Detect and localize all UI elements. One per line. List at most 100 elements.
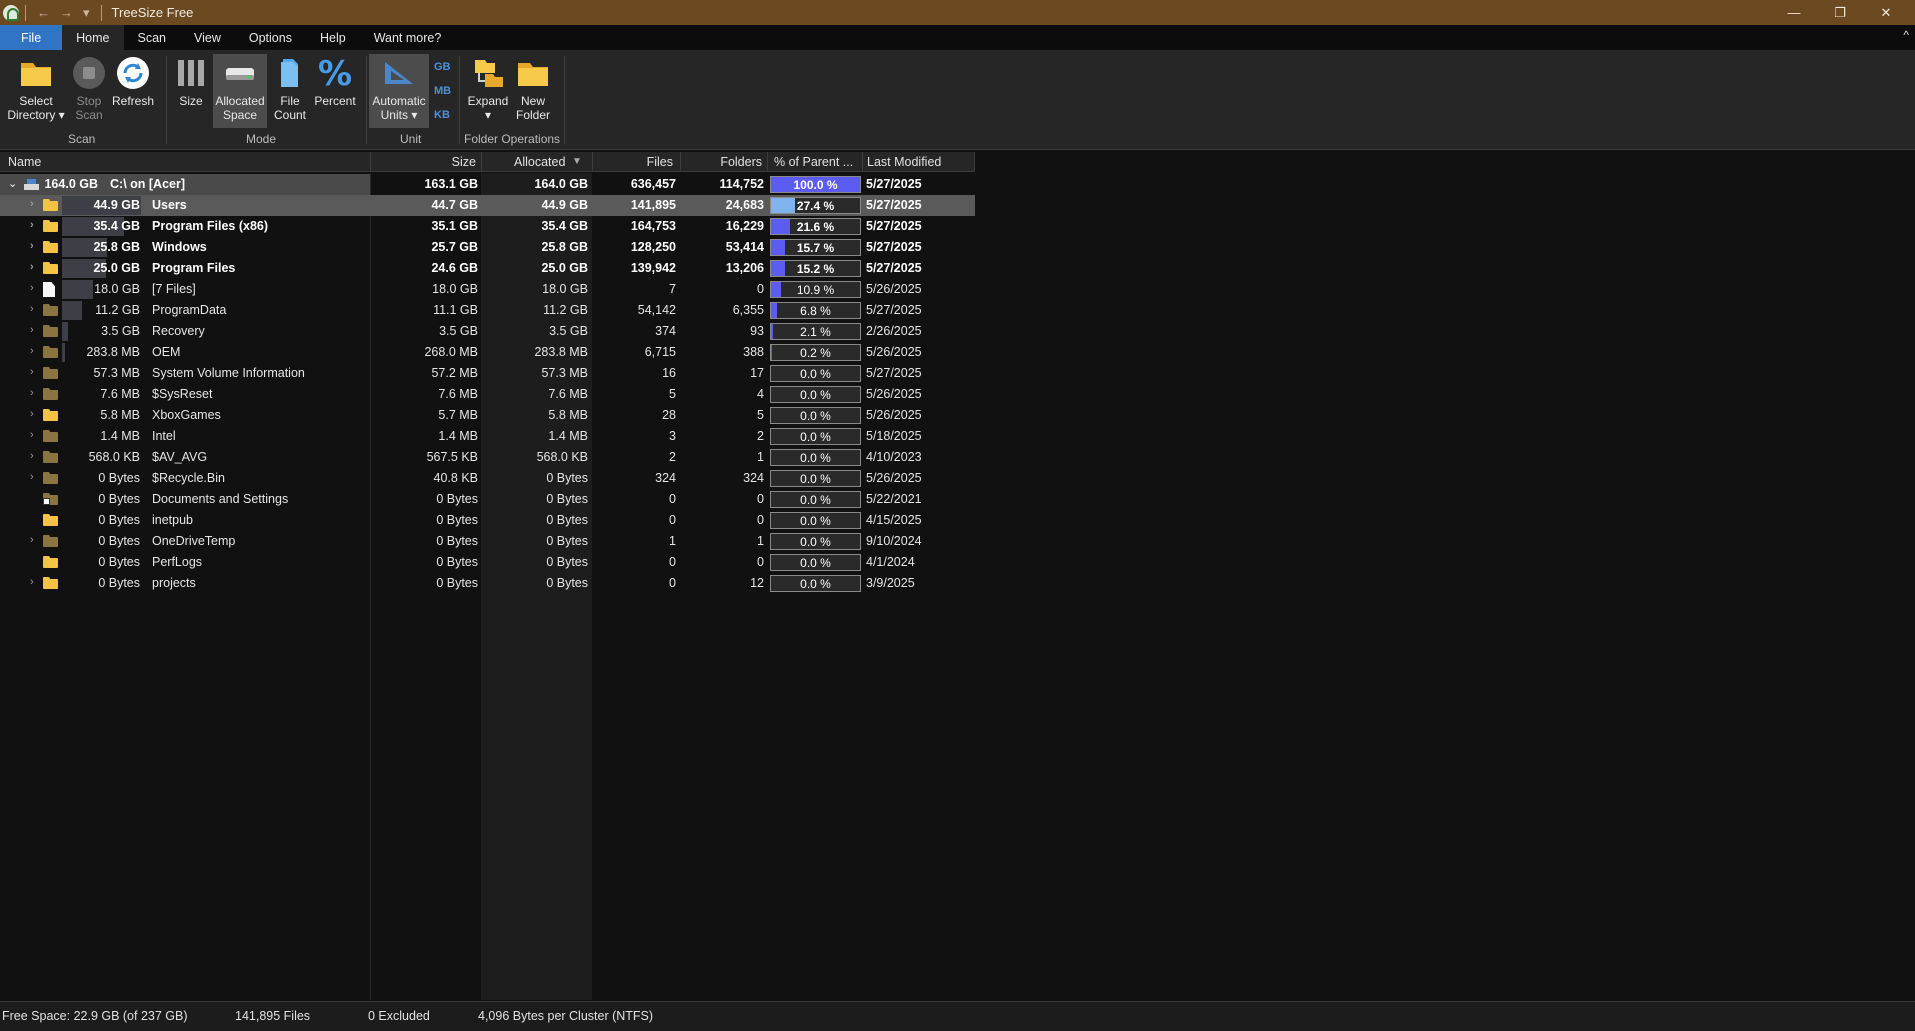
allocated-space-button[interactable]: Allocated Space <box>213 54 267 128</box>
file-count-button[interactable]: File Count <box>270 54 310 128</box>
expand-chevron-icon[interactable]: › <box>30 408 34 420</box>
tab-want-more[interactable]: Want more? <box>360 25 456 50</box>
table-row[interactable]: › 25.8 GB Windows 25.7 GB 25.8 GB 128,250 53,4… <box>0 237 975 258</box>
expand-chevron-icon[interactable]: › <box>30 240 34 252</box>
expand-chevron-icon[interactable]: › <box>30 429 34 441</box>
percent-button[interactable]: % Percent <box>312 54 358 128</box>
percent-label: 0.0 % <box>800 556 831 570</box>
unit-kb-button[interactable]: KB <box>434 109 450 121</box>
quick-access-dropdown-icon[interactable]: ▾ <box>83 5 90 21</box>
table-row[interactable]: › 3.5 GB Recovery 3.5 GB 3.5 GB 374 93 2.1 % 2/2… <box>0 321 975 342</box>
unit-mb-button[interactable]: MB <box>434 85 451 97</box>
percent-label: 0.0 % <box>800 367 831 381</box>
table-row[interactable]: › 283.8 MB OEM 268.0 MB 283.8 MB 6,715 388 0.2 … <box>0 342 975 363</box>
expand-chevron-icon[interactable]: › <box>30 576 34 588</box>
row-size: 0 Bytes <box>436 513 478 527</box>
close-button[interactable]: ✕ <box>1863 0 1909 25</box>
table-row[interactable]: › 5.8 MB XboxGames 5.7 MB 5.8 MB 28 5 0.0 % 5/26… <box>0 405 975 426</box>
percent-label: 10.9 % <box>796 283 835 297</box>
stop-scan-button[interactable]: Stop Scan <box>70 54 108 128</box>
row-files: 128,250 <box>630 240 676 254</box>
column-divider[interactable] <box>370 152 371 172</box>
row-size: 11.1 GB <box>433 303 478 317</box>
select-directory-button[interactable]: Select Directory ▾ <box>4 54 68 128</box>
column-header-last-modified[interactable]: Last Modified <box>867 155 941 169</box>
back-icon[interactable]: ← <box>37 5 50 20</box>
expand-chevron-icon[interactable]: › <box>30 261 34 273</box>
automatic-units-button[interactable]: Automatic Units ▾ <box>369 54 429 128</box>
tab-help[interactable]: Help <box>306 25 360 50</box>
column-divider[interactable] <box>974 152 975 172</box>
row-name: PerfLogs <box>152 555 203 569</box>
row-folders: 2 <box>757 429 764 443</box>
table-row[interactable]: › 44.9 GB Users 44.7 GB 44.9 GB 141,895 24,683… <box>0 195 975 216</box>
expand-chevron-icon[interactable]: › <box>30 303 34 315</box>
expand-chevron-icon[interactable]: › <box>30 282 34 294</box>
collapse-chevron-icon[interactable]: ⌄ <box>8 177 17 190</box>
table-row[interactable]: › 7.6 MB $SysReset 7.6 MB 7.6 MB 5 4 0.0 % 5/26/… <box>0 384 975 405</box>
table-row[interactable]: › 18.0 GB [7 Files] 18.0 GB 18.0 GB 7 0 10.9 % 5… <box>0 279 975 300</box>
percent-of-parent-bar: 0.2 % <box>770 344 861 361</box>
expand-chevron-icon[interactable]: › <box>30 198 34 210</box>
row-allocated: 0 Bytes <box>546 492 588 506</box>
column-divider[interactable] <box>767 152 768 172</box>
column-header-folders[interactable]: Folders <box>682 155 762 169</box>
row-files: 28 <box>662 408 676 422</box>
expand-chevron-icon[interactable]: › <box>30 324 34 336</box>
tab-view[interactable]: View <box>180 25 235 50</box>
table-row[interactable]: 0 Bytes PerfLogs 0 Bytes 0 Bytes 0 0 0.0 % 4/1/… <box>0 552 975 573</box>
percent-of-parent-bar: 0.0 % <box>770 554 861 571</box>
expand-button[interactable]: Expand ▾ <box>466 54 510 128</box>
row-files: 0 <box>669 513 676 527</box>
table-row[interactable]: › 57.3 MB System Volume Information 57.2 MB… <box>0 363 975 384</box>
row-name: $SysReset <box>152 387 213 401</box>
unit-gb-button[interactable]: GB <box>434 61 451 73</box>
refresh-button[interactable]: Refresh <box>110 54 156 128</box>
table-row[interactable]: › 1.4 MB Intel 1.4 MB 1.4 MB 3 2 0.0 % 5/18/2025 <box>0 426 975 447</box>
row-allocated: 35.4 GB <box>541 219 588 233</box>
row-folders: 0 <box>757 492 764 506</box>
table-row[interactable]: 0 Bytes Documents and Settings 0 Bytes 0 By… <box>0 489 975 510</box>
size-mode-button[interactable]: Size <box>171 54 211 128</box>
column-header-size[interactable]: Size <box>372 155 476 169</box>
new-folder-button[interactable]: New Folder <box>512 54 554 128</box>
expand-chevron-icon[interactable]: › <box>30 471 34 483</box>
expand-chevron-icon[interactable]: › <box>30 219 34 231</box>
table-row[interactable]: › 0 Bytes OneDriveTemp 0 Bytes 0 Bytes 1 1 0.0 … <box>0 531 975 552</box>
row-files: 7 <box>669 282 676 296</box>
column-header-name[interactable]: Name <box>8 155 41 169</box>
column-divider[interactable] <box>680 152 681 172</box>
expand-chevron-icon[interactable]: › <box>30 534 34 546</box>
collapse-ribbon-icon[interactable]: ^ <box>1903 28 1909 42</box>
row-size: 268.0 MB <box>424 345 478 359</box>
expand-chevron-icon[interactable]: › <box>30 345 34 357</box>
table-row[interactable]: 0 Bytes inetpub 0 Bytes 0 Bytes 0 0 0.0 % 4/15/… <box>0 510 975 531</box>
row-name: ProgramData <box>152 303 227 317</box>
column-divider[interactable] <box>592 152 593 172</box>
table-row[interactable]: › 25.0 GB Program Files 24.6 GB 25.0 GB 139,9… <box>0 258 975 279</box>
maximize-button[interactable]: ❐ <box>1817 0 1863 25</box>
row-last-modified: 5/27/2025 <box>866 198 922 212</box>
column-divider[interactable] <box>862 152 863 172</box>
forward-icon[interactable]: → <box>60 5 73 20</box>
row-allocated: 57.3 MB <box>541 366 588 380</box>
table-row[interactable]: › 35.4 GB Program Files (x86) 35.1 GB 35.4 G… <box>0 216 975 237</box>
row-size: 5.7 MB <box>438 408 478 422</box>
tab-home[interactable]: Home <box>62 25 124 50</box>
table-row[interactable]: › 568.0 KB $AV_AVG 567.5 KB 568.0 KB 2 1 0.0 % 4… <box>0 447 975 468</box>
tab-file[interactable]: File <box>0 25 63 50</box>
expand-chevron-icon[interactable]: › <box>30 387 34 399</box>
table-row[interactable]: › 0 Bytes projects 0 Bytes 0 Bytes 0 12 0.0 % 3/… <box>0 573 975 594</box>
column-divider[interactable] <box>481 152 482 172</box>
table-row[interactable]: ⌄ 164.0 GB C:\ on [Acer] 163.1 GB 164.0 GB 63… <box>0 174 975 195</box>
column-header-files[interactable]: Files <box>594 155 673 169</box>
table-row[interactable]: › 0 Bytes $Recycle.Bin 40.8 KB 0 Bytes 324 324… <box>0 468 975 489</box>
table-row[interactable]: › 11.2 GB ProgramData 11.1 GB 11.2 GB 54,142 6… <box>0 300 975 321</box>
expand-chevron-icon[interactable]: › <box>30 366 34 378</box>
tab-options[interactable]: Options <box>235 25 306 50</box>
expand-chevron-icon[interactable]: › <box>30 450 34 462</box>
column-header-percent-of-parent[interactable]: % of Parent ... <box>774 155 853 169</box>
minimize-button[interactable]: — <box>1771 0 1817 25</box>
column-header-allocated[interactable]: Allocated <box>514 155 565 169</box>
tab-scan[interactable]: Scan <box>124 25 181 50</box>
